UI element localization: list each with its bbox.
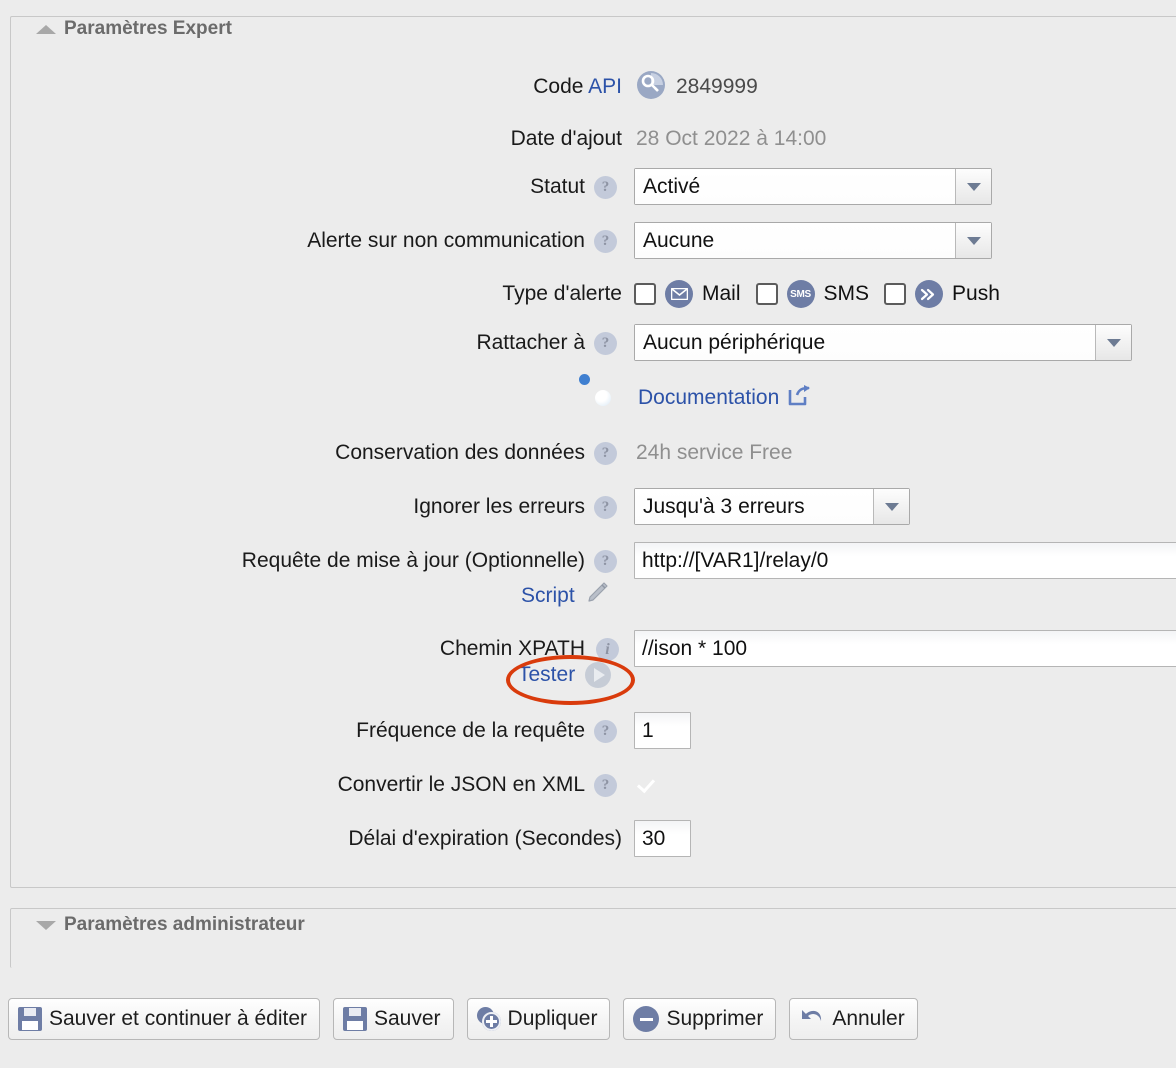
- rattacher-help-icon[interactable]: ?: [594, 332, 617, 355]
- requete-maj-input[interactable]: http://[VAR1]/relay/0: [634, 542, 1176, 579]
- duplicate-icon: [476, 1007, 501, 1031]
- chevron-down-icon[interactable]: [1095, 325, 1131, 360]
- conservation-help-icon[interactable]: ?: [594, 442, 617, 465]
- chemin-xpath-input[interactable]: //ison * 100: [634, 630, 1176, 667]
- frequence-label: Fréquence de la requête: [356, 719, 585, 742]
- save-label: Sauver: [374, 1007, 441, 1030]
- delete-label: Supprimer: [666, 1007, 764, 1030]
- chevron-down-icon[interactable]: [873, 489, 909, 524]
- save-and-continue-label: Sauver et continuer à éditer: [49, 1007, 307, 1030]
- conservation-value: 24h service Free: [636, 441, 793, 464]
- statut-help-icon[interactable]: ?: [594, 176, 617, 199]
- ignorer-erreurs-label: Ignorer les erreurs: [413, 495, 585, 518]
- date-ajout-label: Date d'ajout: [510, 127, 622, 150]
- alerte-non-comm-label: Alerte sur non communication: [307, 229, 585, 252]
- delai-expiration-input[interactable]: 30: [634, 820, 691, 857]
- date-ajout-value: 28 Oct 2022 à 14:00: [636, 127, 827, 150]
- collapse-triangle-down-icon[interactable]: [36, 920, 56, 930]
- ignorer-erreurs-select-value: Jusqu'à 3 erreurs: [635, 489, 873, 524]
- expert-section-header[interactable]: Paramètres Expert: [30, 18, 240, 40]
- type-alerte-label: Type d'alerte: [502, 282, 622, 305]
- alerte-non-comm-select-value: Aucune: [635, 223, 955, 258]
- duplicate-label: Dupliquer: [507, 1007, 598, 1030]
- mail-checkbox[interactable]: [634, 283, 656, 305]
- convertir-json-label: Convertir le JSON en XML: [337, 773, 585, 796]
- admin-section-title: Paramètres administrateur: [64, 914, 305, 935]
- chevron-down-icon[interactable]: [955, 169, 991, 204]
- expert-section-title: Paramètres Expert: [64, 18, 232, 39]
- documentation-link-text: Documentation: [638, 385, 780, 409]
- delete-button[interactable]: Supprimer: [623, 998, 777, 1040]
- sms-label: SMS: [823, 282, 870, 305]
- delete-icon: [633, 1006, 660, 1032]
- external-link-icon: [788, 384, 812, 411]
- chemin-xpath-label: Chemin XPATH: [439, 637, 585, 660]
- code-api-label: Code API: [0, 68, 622, 106]
- admin-section-header[interactable]: Paramètres administrateur: [30, 914, 313, 936]
- cancel-label: Annuler: [832, 1007, 905, 1030]
- type-alerte-options: Mail SMS SMS Push: [634, 275, 1000, 313]
- statut-select[interactable]: Activé: [634, 168, 992, 205]
- push-icon: [915, 280, 944, 308]
- code-api-label-text: Code: [533, 75, 589, 98]
- sms-checkbox[interactable]: [755, 283, 778, 305]
- key-icon: [636, 70, 666, 105]
- play-icon[interactable]: [585, 662, 612, 688]
- save-icon: [18, 1007, 42, 1031]
- cancel-button[interactable]: Annuler: [789, 998, 918, 1040]
- code-api-value-group: 2849999: [636, 68, 758, 106]
- rattacher-select[interactable]: Aucun périphérique: [634, 324, 1132, 361]
- requete-maj-help-icon[interactable]: ?: [594, 550, 617, 573]
- conservation-label: Conservation des données: [335, 441, 585, 464]
- requete-maj-label: Requête de mise à jour (Optionnelle): [241, 549, 585, 572]
- tester-link-text: Tester: [518, 663, 576, 686]
- script-link-text: Script: [521, 583, 575, 607]
- ignorer-erreurs-help-icon[interactable]: ?: [594, 496, 617, 519]
- documentation-link[interactable]: Documentation: [638, 384, 812, 411]
- rattacher-label: Rattacher à: [476, 331, 585, 354]
- push-checkbox[interactable]: [884, 283, 907, 305]
- code-api-value: 2849999: [676, 75, 758, 98]
- chemin-xpath-info-icon[interactable]: i: [596, 638, 619, 661]
- frequence-help-icon[interactable]: ?: [594, 720, 617, 743]
- ignorer-erreurs-select[interactable]: Jusqu'à 3 erreurs: [634, 488, 910, 525]
- rattacher-select-value: Aucun périphérique: [635, 325, 1095, 360]
- collapse-triangle-up-icon[interactable]: [36, 24, 56, 34]
- api-link-text[interactable]: API: [588, 75, 622, 98]
- chevron-down-icon[interactable]: [955, 223, 991, 258]
- tester-link[interactable]: Tester: [518, 662, 612, 688]
- save-button[interactable]: Sauver: [333, 998, 454, 1040]
- sms-icon: SMS: [786, 280, 815, 308]
- duplicate-button[interactable]: Dupliquer: [466, 998, 611, 1040]
- alerte-non-comm-select[interactable]: Aucune: [634, 222, 992, 259]
- undo-icon: [799, 1006, 825, 1032]
- alerte-non-comm-help-icon[interactable]: ?: [594, 230, 617, 253]
- convertir-json-help-icon[interactable]: ?: [594, 774, 617, 797]
- frequence-input[interactable]: 1: [634, 712, 691, 749]
- action-button-bar: Sauver et continuer à éditer Sauver Dupl…: [8, 998, 918, 1040]
- script-link[interactable]: Script: [521, 580, 610, 611]
- push-label: Push: [952, 282, 1000, 305]
- delai-expiration-label: Délai d'expiration (Secondes): [348, 827, 622, 850]
- statut-select-value: Activé: [635, 169, 955, 204]
- mail-icon: [665, 280, 693, 308]
- statut-label: Statut: [530, 175, 585, 198]
- save-and-continue-button[interactable]: Sauver et continuer à éditer: [8, 998, 320, 1040]
- pencil-icon[interactable]: [584, 580, 610, 611]
- mail-label: Mail: [702, 282, 741, 305]
- save-icon: [343, 1007, 367, 1031]
